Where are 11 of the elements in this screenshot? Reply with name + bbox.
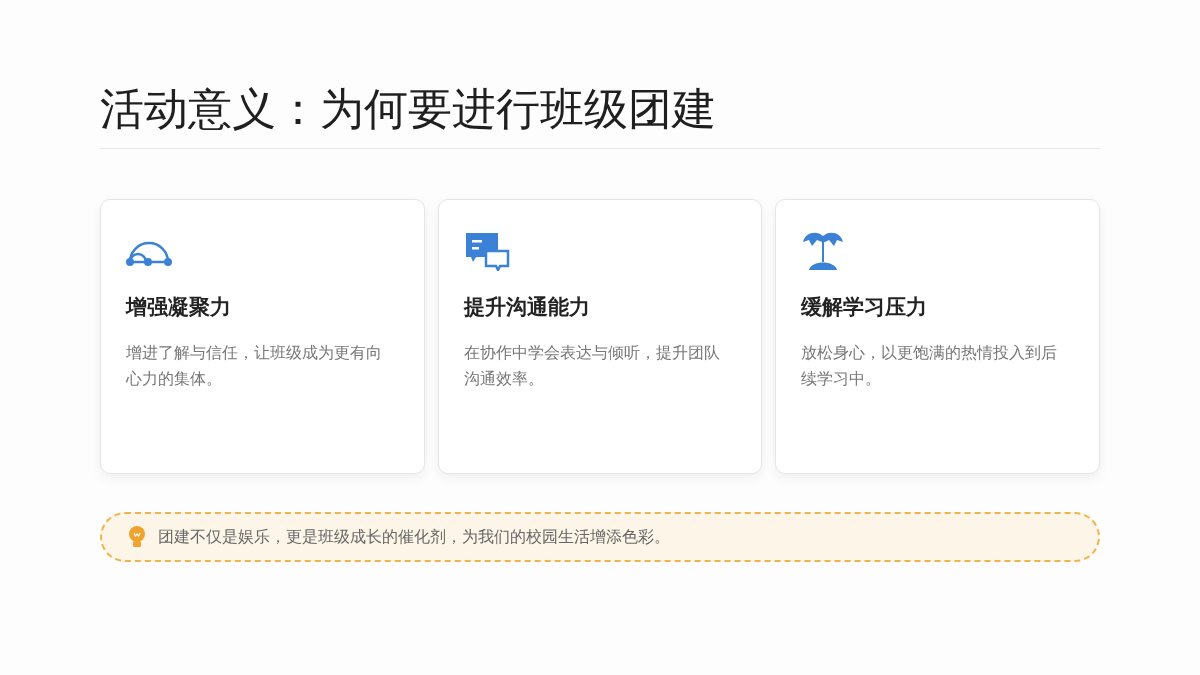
lightbulb-icon	[128, 526, 146, 548]
card-description: 在协作中学会表达与倾听，提升团队沟通效率。	[463, 342, 721, 389]
card-title: 提升沟通能力	[463, 294, 590, 321]
page-title: 活动意义：为何要进行班级团建	[100, 84, 716, 136]
palm-tree-icon	[801, 230, 846, 272]
card-description: 放松身心，以更饱满的热情投入到后续学习中。	[801, 342, 1059, 389]
note-text: 团建不仅是娱乐，更是班级成长的催化剂，为我们的校园生活增添色彩。	[158, 527, 670, 547]
card-description: 增进了解与信任，让班级成为更有向心力的集体。	[126, 342, 383, 389]
card-title: 缓解学习压力	[801, 294, 928, 321]
chat-icon	[463, 231, 510, 271]
card-title: 增强凝聚力	[126, 294, 231, 321]
